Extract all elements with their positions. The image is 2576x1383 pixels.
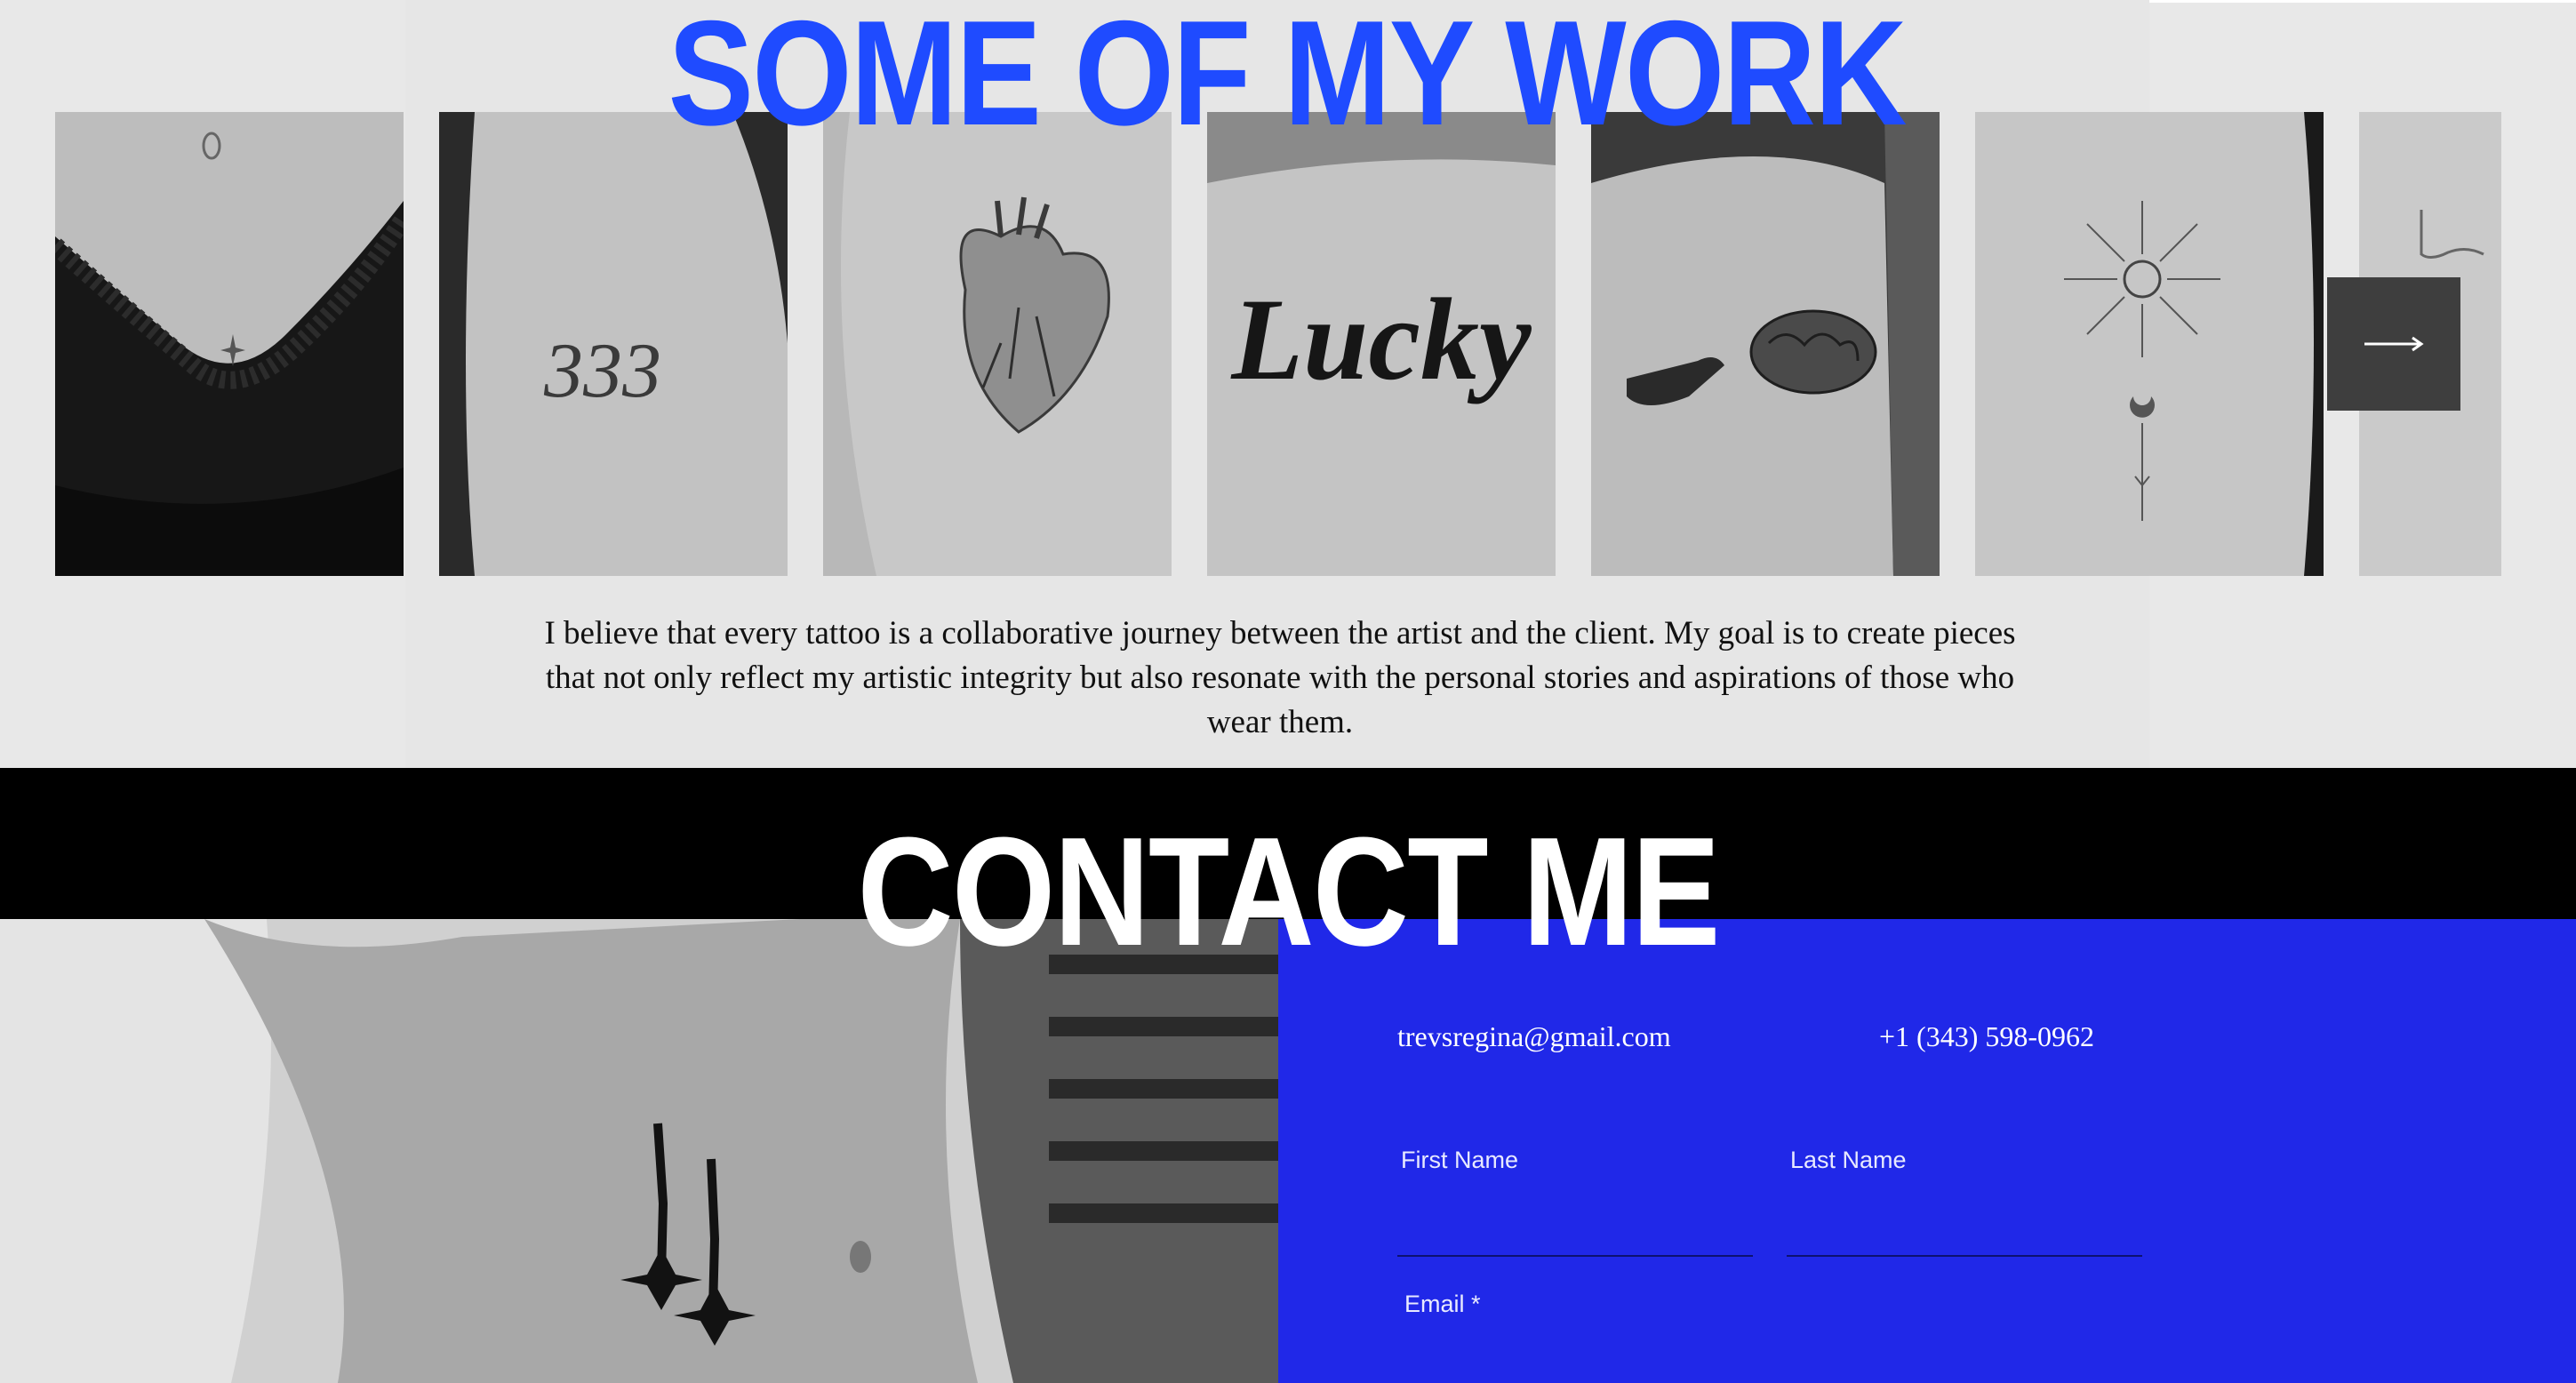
first-name-field[interactable] (1397, 1196, 1753, 1257)
tattoo-text-lucky: Lucky (1230, 274, 1532, 404)
gallery-next-button[interactable] (2327, 277, 2460, 411)
tattoo-text-333: 333 (543, 328, 661, 414)
gallery-item-hand-and-brain[interactable] (1591, 112, 1940, 576)
gallery-item-lucky-script[interactable]: Lucky (1207, 112, 1556, 576)
email-field[interactable] (1397, 1330, 2142, 1379)
work-section: SOME OF MY WORK 333 Lucky I believe that… (0, 0, 2576, 768)
work-description: I believe that every tattoo is a collabo… (544, 615, 2016, 740)
gallery-item-star-navel[interactable] (55, 112, 404, 576)
email-label: Email * (1404, 1291, 1481, 1317)
gallery-image: 333 (439, 112, 788, 576)
work-title: SOME OF MY WORK (668, 0, 1908, 156)
gallery-image (823, 112, 1172, 576)
gallery-item-sun-moon[interactable] (1975, 112, 2324, 576)
gallery-image (1975, 112, 2324, 576)
gallery-item-anatomical-heart[interactable] (823, 112, 1172, 576)
contact-phone-link[interactable]: +1 (343) 598-0962 (1879, 1020, 2094, 1053)
last-name-label: Last Name (1790, 1147, 1907, 1173)
gallery-item-333[interactable]: 333 (439, 112, 788, 576)
arrow-right-icon (2364, 336, 2424, 352)
contact-title: CONTACT ME (857, 804, 1721, 978)
last-name-field[interactable] (1787, 1196, 2142, 1257)
contact-email-link[interactable]: trevsregina@gmail.com (1397, 1020, 1671, 1053)
first-name-label: First Name (1401, 1147, 1519, 1173)
gallery-image (1591, 112, 1940, 576)
gallery-image: Lucky (1207, 112, 1556, 576)
contact-tattoo-image (0, 919, 1278, 1383)
gallery-image (55, 112, 404, 576)
contact-photo (0, 919, 1278, 1383)
